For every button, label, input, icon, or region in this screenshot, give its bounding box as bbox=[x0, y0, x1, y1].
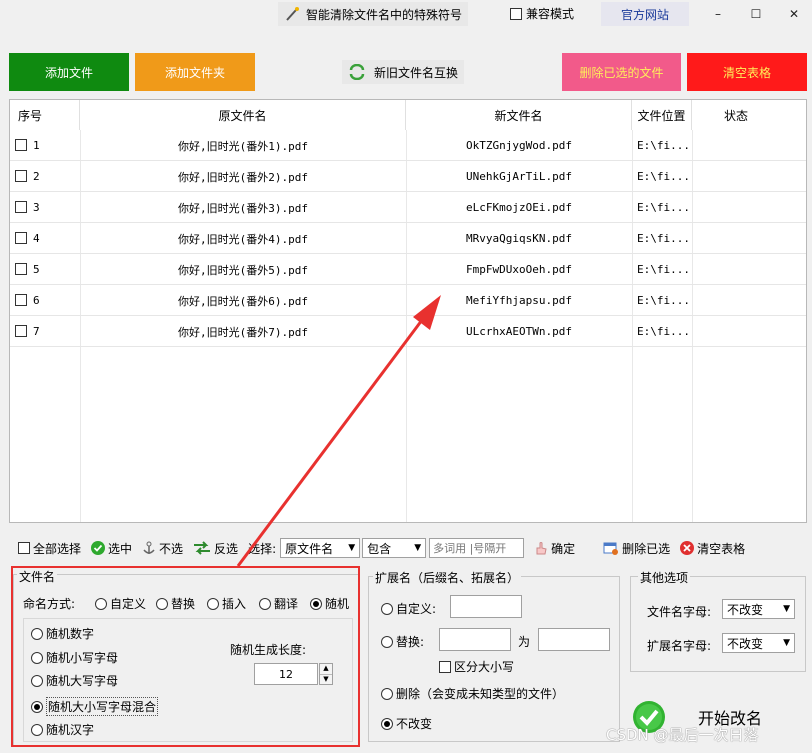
watermark-text: CSDN @最后一次日落 bbox=[606, 726, 759, 744]
annotation-arrow-icon bbox=[236, 295, 441, 567]
